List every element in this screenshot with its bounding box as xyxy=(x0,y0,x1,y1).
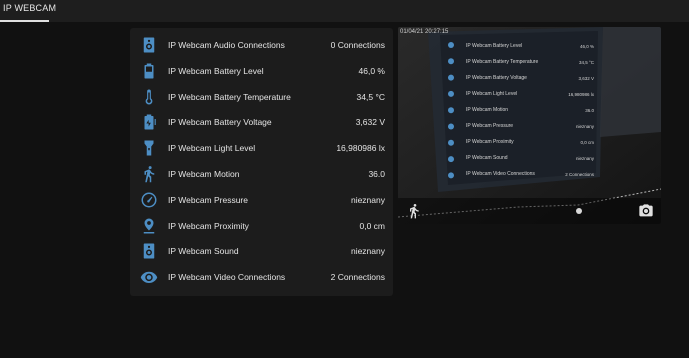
feed-row-icon xyxy=(448,172,454,179)
feed-row-value: 16,980986 lx xyxy=(568,92,595,97)
feed-row-icon xyxy=(448,74,454,81)
feed-row-value: 36.0 xyxy=(585,108,594,113)
feed-row-name: IP Webcam Battery Voltage xyxy=(466,75,527,81)
sensor-row[interactable]: IP Webcam Battery Temperature 34,5 °C xyxy=(130,84,393,110)
feed-row-icon xyxy=(448,58,454,65)
motion-detect-icon[interactable] xyxy=(406,203,422,219)
sensor-row[interactable]: IP Webcam Pressure nieznany xyxy=(130,187,393,213)
feed-row-value: 46,0 % xyxy=(580,44,594,49)
sensor-name: IP Webcam Battery Voltage xyxy=(168,117,272,128)
sensor-name: IP Webcam Battery Temperature xyxy=(168,91,291,102)
sensor-value: 34,5 °C xyxy=(356,91,385,102)
sensor-row[interactable]: IP Webcam Battery Level 46,0 % xyxy=(130,58,393,84)
sensor-row[interactable]: IP Webcam Motion 36.0 xyxy=(130,161,393,187)
feed-row-value: 34,5 °C xyxy=(579,60,595,65)
sensor-value: 36.0 xyxy=(368,169,385,179)
feed-row-icon xyxy=(448,123,454,130)
sensor-name: IP Webcam Proximity xyxy=(168,220,249,231)
sensor-value: nieznany xyxy=(350,194,385,205)
sensor-name: IP Webcam Battery Level xyxy=(168,65,264,76)
sensor-name: IP Webcam Motion xyxy=(168,169,240,179)
sensor-name: IP Webcam Light Level xyxy=(168,143,256,154)
feed-row-value: 3,632 V xyxy=(578,76,594,81)
feed-row-name: IP Webcam Proximity xyxy=(466,139,514,145)
sensor-name: IP Webcam Video Connections xyxy=(168,272,286,283)
feed-row-name: IP Webcam Light Level xyxy=(466,91,517,97)
feed-row-value: nieznany xyxy=(576,156,595,161)
speaker-icon xyxy=(140,242,158,260)
sensor-row[interactable]: IP Webcam Sound nieznany xyxy=(130,238,393,264)
feed-row-value: 0,0 cm xyxy=(580,140,594,145)
sensor-value: 0 Connections xyxy=(330,40,385,50)
speaker-icon xyxy=(140,36,158,54)
camera-feed-panel[interactable]: 01/04/21 20:27:15 IP Webcam Battery Leve… xyxy=(398,27,661,224)
sensor-name: IP Webcam Audio Connections xyxy=(168,40,285,50)
sensor-row[interactable]: IP Webcam Audio Connections 0 Connections xyxy=(130,32,393,58)
feed-row-icon xyxy=(448,156,454,163)
sensor-value: 3,632 V xyxy=(355,117,385,128)
sensor-value: 2 Connections xyxy=(330,272,385,283)
flashlight-icon xyxy=(140,139,158,157)
feed-row-name: IP Webcam Sound xyxy=(466,155,508,161)
camera-feed-image: 01/04/21 20:27:15 IP Webcam Battery Leve… xyxy=(398,27,661,224)
feed-row-icon xyxy=(448,107,454,114)
feed-row-icon xyxy=(448,139,454,146)
sensor-value: nieznany xyxy=(350,246,385,257)
feed-row-value: 2 Connections xyxy=(565,172,595,177)
camera-slider-dot[interactable] xyxy=(576,208,582,214)
sensor-entities-card: IP Webcam Audio Connections 0 Connections… xyxy=(130,28,393,296)
eye-icon xyxy=(140,268,158,286)
feed-row-icon xyxy=(448,90,454,97)
sensor-row[interactable]: IP Webcam Light Level 16,980986 lx xyxy=(130,135,393,161)
gauge-icon xyxy=(140,191,158,209)
sensor-value: 46,0 % xyxy=(358,65,385,76)
feed-row-name: IP Webcam Battery Level xyxy=(466,43,522,49)
active-tab-indicator xyxy=(0,20,49,22)
battery-icon xyxy=(140,62,158,80)
feed-row-name: IP Webcam Battery Temperature xyxy=(466,59,538,65)
sensor-row[interactable]: IP Webcam Battery Voltage 3,632 V xyxy=(130,109,393,135)
sensor-row[interactable]: IP Webcam Video Connections 2 Connections xyxy=(130,264,393,290)
camera-timestamp: 01/04/21 20:27:15 xyxy=(400,29,449,35)
battery-charging-icon xyxy=(140,113,158,131)
camera-snapshot-icon[interactable] xyxy=(638,203,654,219)
camera-controls-bar xyxy=(398,198,661,224)
sensor-name: IP Webcam Pressure xyxy=(168,194,248,205)
feed-row-value: nieznany xyxy=(576,124,595,129)
tab-ip-webcam[interactable]: IP WEBCAM xyxy=(0,0,62,22)
sensor-value: 0,0 cm xyxy=(359,220,385,231)
thermometer-icon xyxy=(140,88,158,106)
sensor-row[interactable]: IP Webcam Proximity 0,0 cm xyxy=(130,213,393,239)
run-icon xyxy=(140,165,158,183)
map-marker-icon xyxy=(140,217,158,235)
feed-row-name: IP Webcam Motion xyxy=(466,107,508,113)
feed-row-name: IP Webcam Pressure xyxy=(466,123,513,129)
feed-row-icon xyxy=(448,42,454,48)
feed-row-name: IP Webcam Video Connections xyxy=(466,171,535,177)
top-bar: IP WEBCAM xyxy=(0,0,689,22)
sensor-name: IP Webcam Sound xyxy=(168,246,239,257)
sensor-value: 16,980986 lx xyxy=(336,143,385,154)
